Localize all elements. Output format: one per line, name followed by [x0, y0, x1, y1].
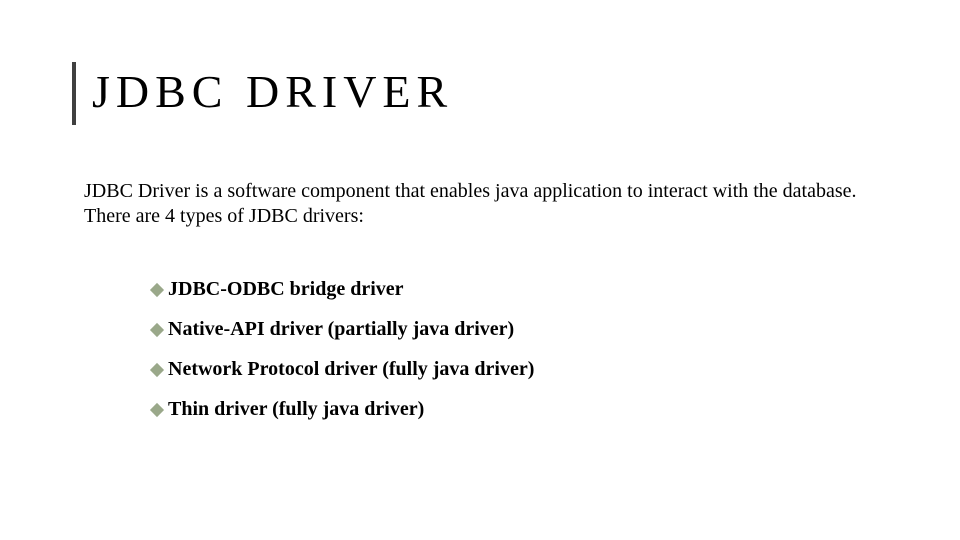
list-item: Network Protocol driver (fully java driv… — [152, 357, 888, 381]
slide: JDBC DRIVER JDBC Driver is a software co… — [0, 0, 960, 540]
slide-title: JDBC DRIVER — [92, 62, 453, 125]
bullet-text: Native-API driver (partially java driver… — [168, 317, 514, 341]
list-item: Thin driver (fully java driver) — [152, 397, 888, 421]
diamond-icon — [150, 323, 164, 337]
bullet-text: JDBC-ODBC bridge driver — [168, 277, 404, 301]
bullet-list: JDBC-ODBC bridge driver Native-API drive… — [72, 277, 888, 421]
diamond-icon — [150, 403, 164, 417]
list-item: Native-API driver (partially java driver… — [152, 317, 888, 341]
title-rule — [72, 62, 76, 125]
diamond-icon — [150, 363, 164, 377]
title-block: JDBC DRIVER — [72, 62, 888, 125]
intro-paragraph: JDBC Driver is a software component that… — [72, 179, 872, 229]
diamond-icon — [150, 283, 164, 297]
bullet-text: Network Protocol driver (fully java driv… — [168, 357, 534, 381]
list-item: JDBC-ODBC bridge driver — [152, 277, 888, 301]
bullet-text: Thin driver (fully java driver) — [168, 397, 424, 421]
